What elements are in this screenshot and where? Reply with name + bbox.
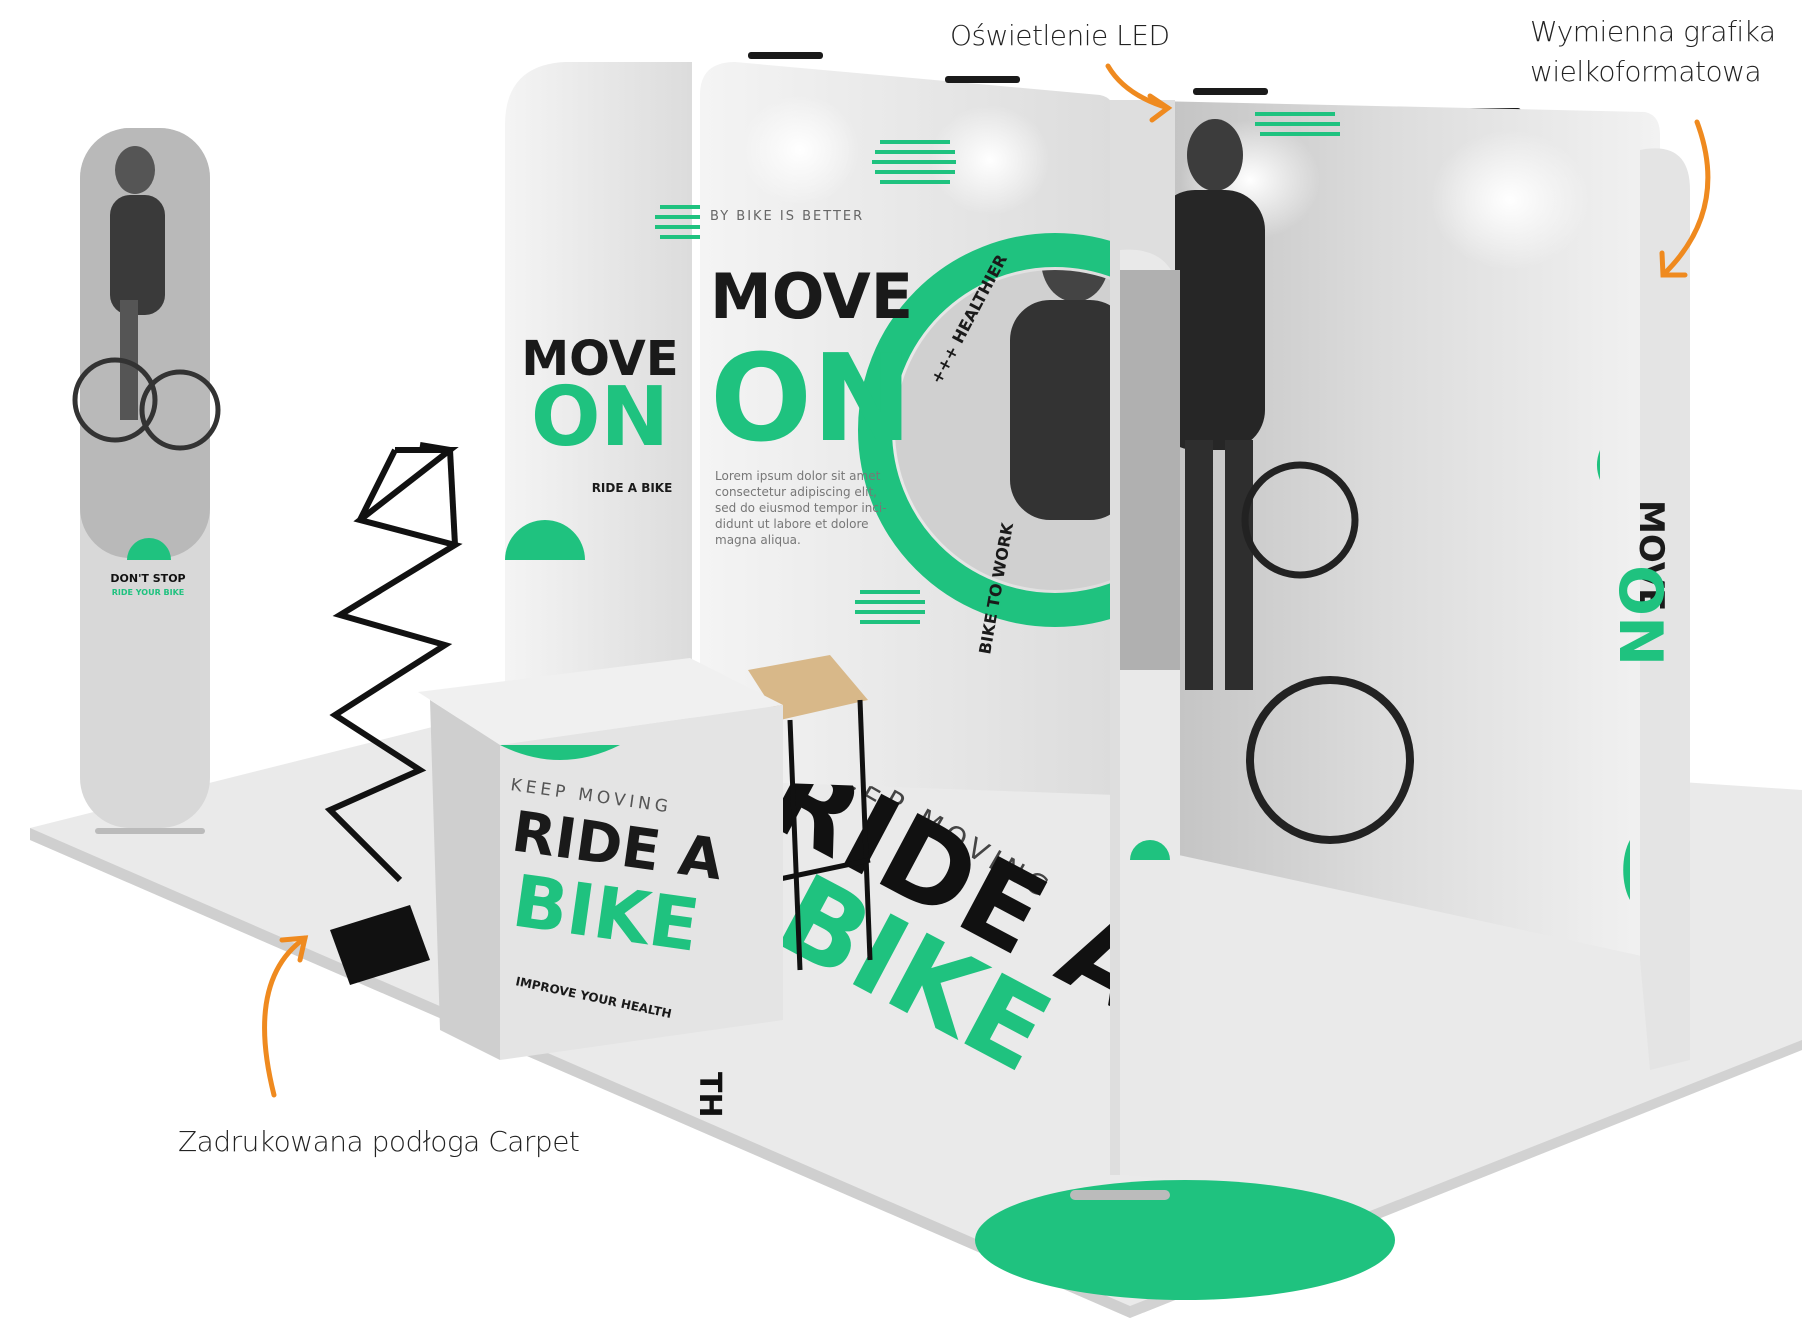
left-totem: DON'T STOP RIDE YOUR BIKE: [72, 128, 221, 834]
graphic-callout-line-1: Wymienna grafika: [1530, 15, 1776, 48]
left-panel-tag: RIDE A BIKE: [592, 481, 673, 495]
lorem-line-1: Lorem ipsum dolor sit amet: [715, 469, 881, 483]
lorem-line-2: consectetur adipiscing elit,: [715, 485, 877, 499]
center-panel-on: ON: [710, 330, 912, 469]
lorem-line-3: sed do eiusmod tempor inci-: [715, 501, 887, 515]
curved-arrow-icon: [262, 935, 309, 1098]
lorem-line-4: didunt ut labore et dolore: [715, 517, 869, 531]
lorem-line-5: magna aliqua.: [715, 533, 801, 547]
center-panel-move: MOVE: [710, 260, 913, 333]
right-wall-on: ON: [1605, 565, 1675, 666]
totem-line-1: DON'T STOP: [110, 572, 185, 585]
graphic-callout-line-2: wielkoformatowa: [1530, 55, 1762, 88]
right-photo-wall: [1110, 100, 1660, 960]
floor-text-th: TH: [692, 1072, 727, 1118]
left-panel-on: ON: [531, 370, 669, 465]
promo-counter: KEEP MOVING RIDE A BIKE IMPROVE YOUR HEA…: [418, 658, 783, 1060]
graphic-callout: Wymienna grafika wielkoformatowa: [1530, 12, 1776, 92]
carpet-callout: Zadrukowana podłoga Carpet: [178, 1125, 580, 1158]
led-callout: Oświetlenie LED: [950, 19, 1170, 52]
center-panel-small-text: BY BIKE IS BETTER: [710, 209, 864, 224]
totem-line-2: RIDE YOUR BIKE: [112, 588, 185, 597]
